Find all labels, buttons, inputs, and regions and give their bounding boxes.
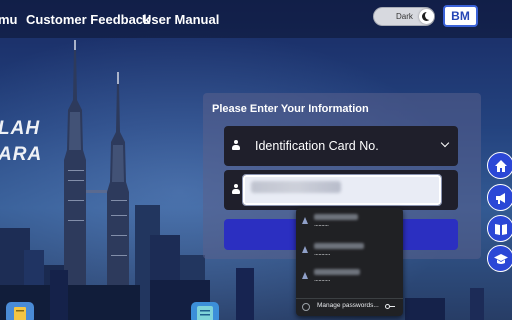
autofill-username-blurred <box>314 214 358 220</box>
manage-passwords-label: Manage passwords... <box>317 302 379 309</box>
side-announcement-button[interactable] <box>487 184 512 211</box>
autofill-password-mask: ........... <box>314 276 330 283</box>
manual-book-icon <box>495 224 507 235</box>
autofill-divider <box>296 298 403 299</box>
bottom-service-icon-2[interactable] <box>191 302 219 320</box>
nav-link-customer-feedback[interactable]: Customer Feedback <box>26 12 150 27</box>
toggle-knob <box>419 9 434 24</box>
password-key-icon <box>385 304 395 310</box>
nav-link-menu[interactable]: mu <box>0 12 18 27</box>
password-autofill-dropdown: .......... ........... ........... Manag… <box>296 208 403 316</box>
home-icon <box>495 160 507 172</box>
chevron-down-icon <box>440 138 450 148</box>
form-title: Please Enter Your Information <box>212 103 369 115</box>
manage-passwords-link[interactable]: Manage passwords... <box>296 300 403 314</box>
side-manual-button[interactable] <box>487 215 512 242</box>
dark-mode-label: Dark <box>396 12 413 21</box>
graduation-cap-icon <box>494 254 508 264</box>
document-icon <box>14 307 26 320</box>
hero-text-line-2: ARA <box>0 144 43 165</box>
language-button[interactable]: BM <box>443 5 478 27</box>
id-type-select[interactable]: Identification Card No. <box>224 126 458 166</box>
autofill-entry[interactable]: ........... <box>296 240 403 262</box>
form-icon <box>197 306 213 320</box>
key-icon <box>302 272 308 279</box>
autofill-username-blurred <box>314 269 360 275</box>
dark-mode-toggle[interactable]: Dark <box>373 7 435 26</box>
announcement-icon <box>496 193 505 204</box>
autofill-password-mask: ........... <box>314 250 330 257</box>
autofill-entry[interactable]: .......... <box>296 211 403 233</box>
id-number-blurred-text <box>251 181 341 193</box>
autofill-entry[interactable]: ........... <box>296 266 403 288</box>
user-icon <box>232 140 240 150</box>
side-education-button[interactable] <box>487 245 512 272</box>
bottom-service-icon-1[interactable] <box>6 302 34 320</box>
chrome-icon <box>302 303 310 311</box>
key-icon <box>302 246 308 253</box>
key-icon <box>302 217 308 224</box>
nav-link-user-manual[interactable]: User Manual <box>142 12 219 27</box>
autofill-password-mask: .......... <box>314 221 329 228</box>
id-number-field-row <box>224 170 458 210</box>
moon-icon <box>422 11 434 21</box>
id-type-selected-value: Identification Card No. <box>255 139 379 153</box>
hero-text-line-1: LAH <box>0 118 41 139</box>
side-home-button[interactable] <box>487 152 512 179</box>
autofill-username-blurred <box>314 243 364 249</box>
user-icon <box>232 184 240 194</box>
